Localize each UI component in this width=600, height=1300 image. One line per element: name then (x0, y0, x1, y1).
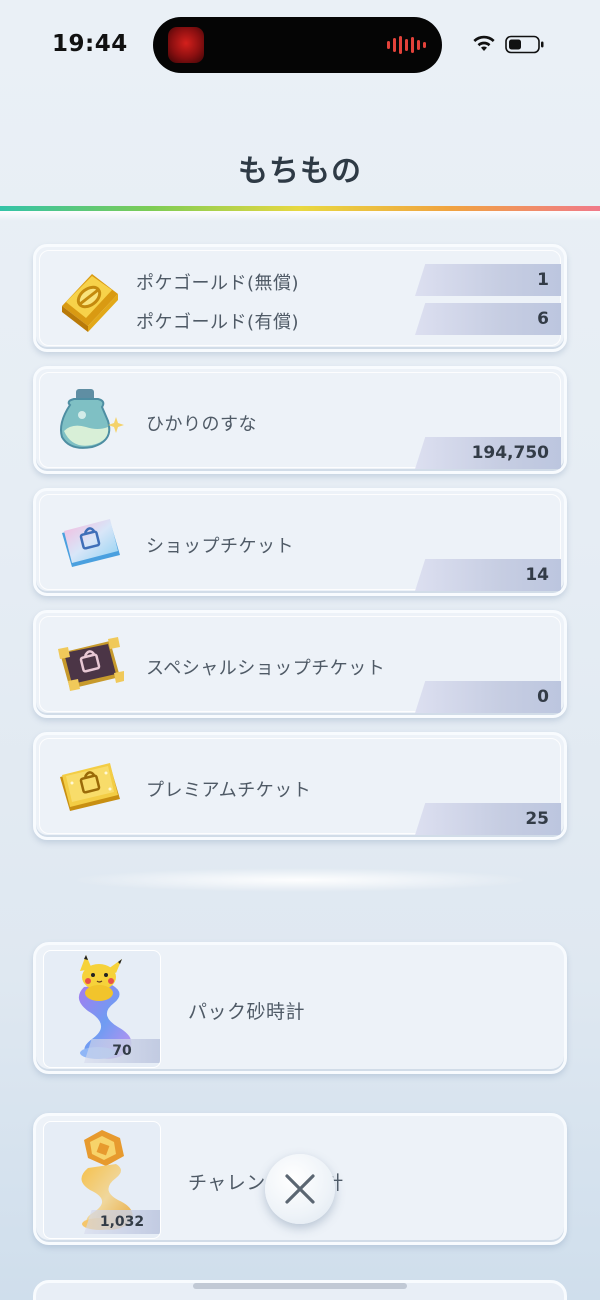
item-label-special-shop-ticket: スペシャルショップチケット (146, 658, 386, 679)
close-button[interactable] (265, 1154, 335, 1224)
item-label-shining-sand: ひかりのすな (146, 414, 257, 435)
item-card-pokegold[interactable]: ポケゴールド(無償) ポケゴールド(有償) 1 6 (33, 244, 567, 352)
hourglass-icon-frame: 70 (43, 950, 161, 1068)
status-bar: 19:44 (0, 0, 600, 90)
hourglass-card-pack[interactable]: 70 パック砂時計 (33, 942, 567, 1074)
item-count-pokegold-paid: 6 (415, 303, 561, 335)
item-label-premium-ticket: プレミアムチケット (146, 780, 312, 801)
hourglass-count-pack: 70 (84, 1039, 160, 1063)
gold-bar-icon (62, 274, 118, 332)
item-count-shining-sand: 194,750 (415, 437, 561, 469)
status-time: 19:44 (52, 31, 128, 57)
shop-ticket-icon (62, 519, 120, 567)
special-shop-ticket-icon (58, 637, 124, 691)
item-card-special-shop-ticket[interactable]: スペシャルショップチケット 0 (33, 610, 567, 718)
item-count-shop-ticket: 14 (415, 559, 561, 591)
hourglass-label-pack: パック砂時計 (188, 1001, 306, 1023)
home-indicator[interactable] (193, 1283, 407, 1289)
battery-icon (505, 35, 544, 54)
hourglass-icon-frame: 1,032 (43, 1121, 161, 1239)
dynamic-island[interactable] (153, 17, 442, 73)
item-count-premium-ticket: 25 (415, 803, 561, 835)
item-label-pokegold-paid: ポケゴールド(有償) (136, 312, 300, 333)
wifi-icon (473, 35, 495, 51)
item-card-shining-sand[interactable]: ひかりのすな 194,750 (33, 366, 567, 474)
item-count-pokegold-free: 1 (415, 264, 561, 296)
header-shadow (0, 211, 600, 221)
item-count-special-shop-ticket: 0 (415, 681, 561, 713)
item-card-premium-ticket[interactable]: プレミアムチケット 25 (33, 732, 567, 840)
premium-ticket-icon (60, 763, 120, 811)
item-card-shop-ticket[interactable]: ショップチケット 14 (33, 488, 567, 596)
hourglass-count-challenge: 1,032 (84, 1210, 160, 1234)
now-playing-app-icon (168, 27, 204, 63)
item-label-shop-ticket: ショップチケット (146, 536, 294, 557)
page-title: もちもの (238, 154, 362, 189)
audio-waveform-icon (387, 36, 426, 54)
shining-sand-bottle-icon (60, 389, 124, 449)
close-icon (285, 1174, 315, 1204)
item-label-pokegold-free: ポケゴールド(無償) (136, 273, 300, 294)
section-divider (70, 868, 530, 892)
